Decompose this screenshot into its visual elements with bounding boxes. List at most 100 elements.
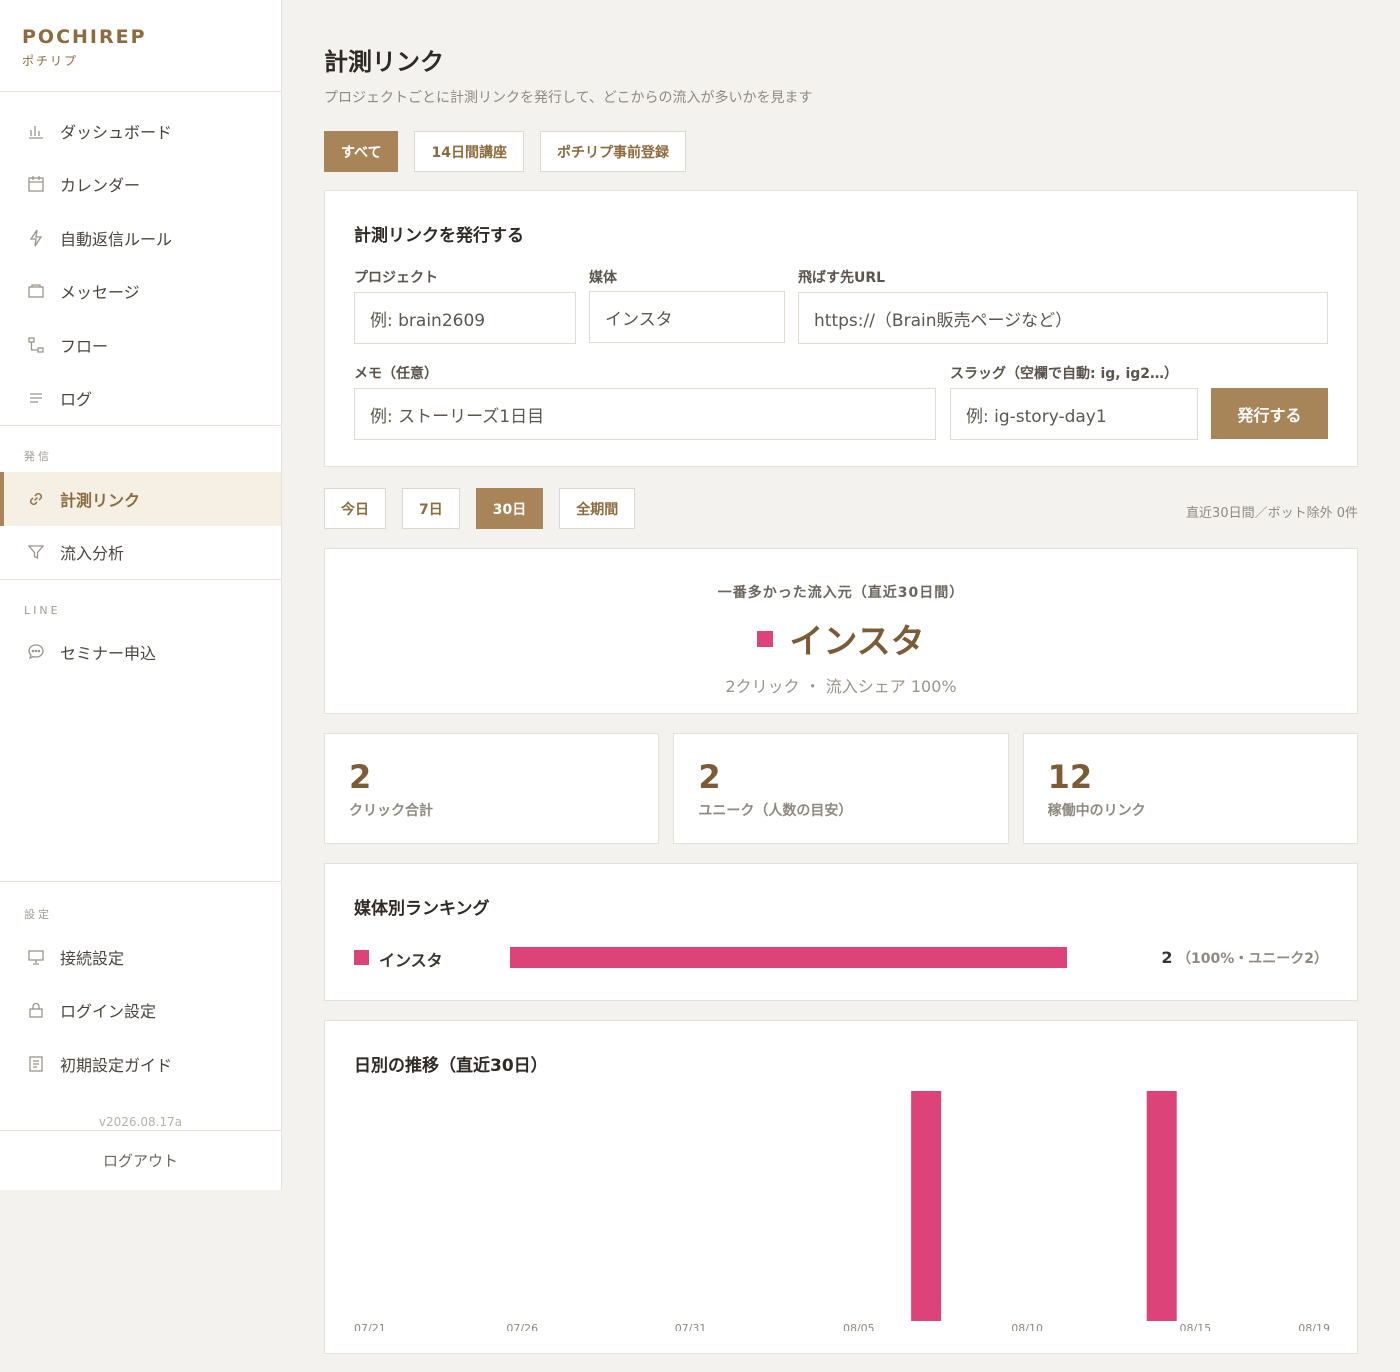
sidebar-item-connection-settings[interactable]: 接続設定: [0, 930, 281, 984]
form-title: 計測リンクを発行する: [354, 226, 524, 246]
stat-label: ユニーク（人数の目安）: [698, 803, 853, 819]
memo-input[interactable]: 例: ストーリーズ1日目: [354, 388, 936, 440]
top-source-card: 一番多かった流入元（直近30日間） インスタ 2クリック ・ 流入シェア 100…: [324, 548, 1358, 714]
stat-card-unique: 2 ユニーク（人数の目安）: [673, 733, 1009, 844]
range-note: 直近30日間／ボット除外 0件: [1186, 506, 1358, 521]
slug-label: スラッグ（空欄で自動: ig, ig2…）: [950, 366, 1179, 382]
project-label: プロジェクト: [354, 270, 438, 286]
sidebar-item-flow[interactable]: フロー: [0, 318, 281, 372]
memo-label: メモ（任意）: [354, 366, 438, 382]
logout-button[interactable]: ログアウト: [0, 1130, 281, 1190]
monitor-icon: [26, 947, 46, 967]
x-tick-label: 08/15: [1180, 1322, 1212, 1331]
list-icon: [26, 388, 46, 408]
daily-trend-card: 日別の推移（直近30日） 07/21 07/26 07/31 08/05 08/10 08…: [324, 1020, 1358, 1354]
section-label-line: LINE: [24, 604, 61, 617]
media-label: 媒体: [589, 270, 617, 286]
slug-input[interactable]: 例: ig-story-day1: [950, 388, 1198, 440]
top-source-meta: 2クリック ・ 流入シェア 100%: [725, 677, 957, 696]
daily-trend-chart: 07/21 07/26 07/31 08/05 08/10 08/15 08/19: [354, 1091, 1330, 1331]
ranking-title: 媒体別ランキング: [354, 899, 490, 919]
chart-bar: [911, 1091, 942, 1321]
stat-card-active-links: 12 稼働中のリンク: [1022, 733, 1358, 844]
sidebar-item-tracking-links[interactable]: 計測リンク: [0, 472, 281, 526]
sidebar-item-label: 流入分析: [60, 544, 125, 564]
sidebar-item-setup-guide[interactable]: 初期設定ガイド: [0, 1037, 281, 1091]
source-color-swatch: [757, 630, 774, 647]
sidebar-item-label: ダッシュボード: [60, 122, 173, 142]
x-tick-label: 07/31: [675, 1322, 707, 1331]
issue-button[interactable]: 発行する: [1211, 388, 1328, 439]
calendar-icon: [26, 174, 46, 194]
sidebar-item-label: 接続設定: [60, 948, 125, 968]
stats-row: 2 クリック合計 2 ユニーク（人数の目安） 12 稼働中のリンク: [324, 733, 1358, 844]
sidebar-item-label: ログ: [60, 390, 93, 410]
ranking-detail: （100%・ユニーク2）: [1177, 951, 1328, 967]
main-nav: ダッシュボード カレンダー 自動返信ルール メッセージ フロー ログ: [0, 92, 281, 425]
destination-url-input[interactable]: https://（Brain販売ページなど）: [798, 292, 1328, 344]
x-tick-label: 08/10: [1011, 1322, 1043, 1331]
chart-bar: [1146, 1091, 1177, 1321]
x-tick-label: 07/26: [506, 1322, 538, 1331]
sidebar-item-inflow-analysis[interactable]: 流入分析: [0, 526, 281, 580]
ranking-count: 2: [1161, 948, 1173, 967]
tab-range-7days[interactable]: 7日: [402, 488, 460, 529]
ranking-bar: [510, 947, 1067, 968]
brand-subtitle: ポチリプ: [22, 54, 79, 68]
link-icon: [26, 489, 46, 509]
stat-label: 稼働中のリンク: [1047, 803, 1146, 819]
ranking-source-name: インスタ: [379, 951, 443, 970]
project-input[interactable]: 例: brain2609: [354, 292, 576, 344]
message-box-icon: [26, 281, 46, 301]
media-select[interactable]: インスタ: [589, 291, 785, 343]
tab-range-today[interactable]: 今日: [324, 488, 386, 529]
chart-title: 日別の推移（直近30日）: [354, 1056, 548, 1076]
stat-card-clicks: 2 クリック合計: [324, 733, 660, 844]
bar-chart-icon: [26, 121, 46, 141]
stat-value: 12: [1047, 758, 1093, 796]
lock-icon: [26, 1000, 46, 1020]
page-description: プロジェクトごとに計測リンクを発行して、どこからの流入が多いかを見ます: [324, 90, 813, 106]
sidebar-item-login-settings[interactable]: ログイン設定: [0, 984, 281, 1038]
main-content: 計測リンク プロジェクトごとに計測リンクを発行して、どこからの流入が多いかを見ま…: [324, 0, 1358, 1372]
tab-project-pochirep-preregistration[interactable]: ポチリプ事前登録: [539, 131, 686, 172]
sidebar-item-messages[interactable]: メッセージ: [0, 265, 281, 319]
range-tabs: 今日 7日 30日 全期間 直近30日間／ボット除外 0件: [324, 488, 1358, 529]
tab-range-all[interactable]: 全期間: [559, 488, 636, 529]
settings-nav: 設定 接続設定 ログイン設定 初期設定ガイド v2026.08.17a: [0, 881, 281, 1139]
stat-label: クリック合計: [349, 803, 433, 819]
tab-project-14day-course[interactable]: 14日間講座: [414, 131, 524, 172]
tab-range-30days[interactable]: 30日: [475, 488, 544, 529]
page-title: 計測リンク: [324, 48, 444, 76]
filter-icon: [26, 542, 46, 562]
top-source-name: インスタ: [789, 622, 925, 662]
sidebar-item-calendar[interactable]: カレンダー: [0, 158, 281, 212]
section-label-send: 発信: [24, 450, 52, 463]
sidebar-item-auto-reply[interactable]: 自動返信ルール: [0, 211, 281, 265]
top-source-name-row: インスタ: [325, 614, 1357, 663]
project-tabs: すべて 14日間講座 ポチリプ事前登録: [324, 131, 1358, 172]
sidebar-item-label: メッセージ: [60, 283, 140, 303]
stat-value: 2: [698, 758, 721, 796]
sidebar-item-label: 初期設定ガイド: [60, 1055, 173, 1075]
media-ranking-card: 媒体別ランキング インスタ 2 （100%・ユニーク2）: [324, 863, 1358, 1001]
url-label: 飛ばす先URL: [798, 270, 886, 286]
flow-icon: [26, 335, 46, 355]
brand: POCHIREP ポチリプ: [0, 0, 281, 92]
bolt-icon: [26, 228, 46, 248]
ranking-value: 2 （100%・ユニーク2）: [1161, 948, 1328, 968]
sidebar: POCHIREP ポチリプ ダッシュボード カレンダー 自動返信ルール メッセー…: [0, 0, 282, 1190]
issue-link-form: 計測リンクを発行する プロジェクト 例: brain2609 媒体 インスタ 飛…: [324, 190, 1358, 467]
chat-icon: [26, 642, 46, 662]
x-tick-label: 08/05: [843, 1322, 875, 1331]
tab-project-all[interactable]: すべて: [324, 131, 399, 172]
stat-value: 2: [349, 758, 372, 796]
x-tick-label: 07/21: [354, 1322, 386, 1331]
sidebar-item-label: 計測リンク: [60, 490, 141, 510]
sidebar-item-label: フロー: [60, 336, 109, 356]
section-label-settings: 設定: [24, 908, 52, 921]
sidebar-item-log[interactable]: ログ: [0, 372, 281, 426]
sidebar-item-label: カレンダー: [60, 176, 141, 196]
sidebar-item-dashboard[interactable]: ダッシュボード: [0, 104, 281, 158]
sidebar-item-seminar-signup[interactable]: セミナー申込: [0, 625, 281, 679]
